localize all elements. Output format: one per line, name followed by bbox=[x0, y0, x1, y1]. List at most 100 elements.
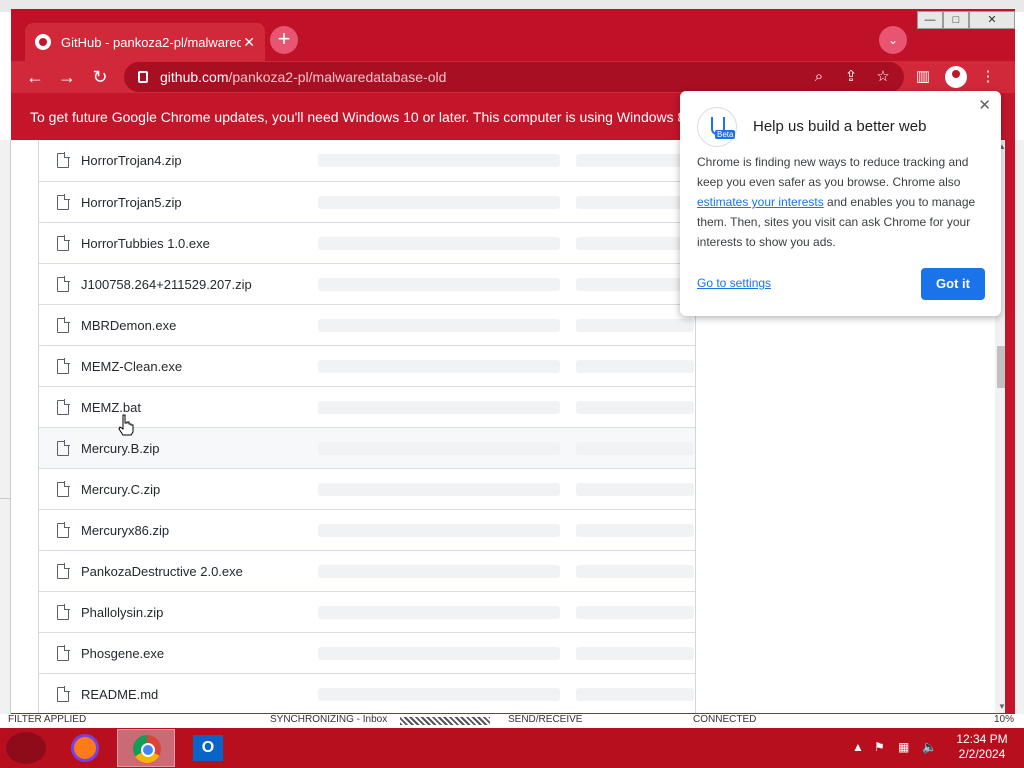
commit-message-placeholder bbox=[318, 401, 560, 414]
side-panel-icon[interactable]: ▥ bbox=[912, 66, 934, 88]
title-bar: GitHub - pankoza2-pl/malwaredatabase-old… bbox=[11, 9, 1015, 61]
tray-action-center-icon[interactable]: ⚑ bbox=[874, 740, 885, 754]
tray-network-icon[interactable]: ▦ bbox=[898, 740, 909, 754]
file-icon bbox=[57, 645, 70, 661]
file-icon bbox=[57, 152, 70, 168]
file-row[interactable]: Mercuryx86.zip bbox=[39, 509, 695, 550]
file-row[interactable]: Mercury.B.zip bbox=[39, 427, 695, 468]
estimates-interests-link[interactable]: estimates your interests bbox=[697, 195, 824, 209]
zoom-search-icon[interactable]: ⌕ bbox=[808, 66, 830, 88]
file-name-link[interactable]: J100758.264+211529.207.zip bbox=[81, 277, 252, 292]
clock-time: 12:34 PM bbox=[956, 732, 1008, 746]
file-row[interactable]: MEMZ.bat bbox=[39, 386, 695, 427]
commit-date-placeholder bbox=[576, 565, 694, 578]
maximize-button[interactable]: □ bbox=[943, 11, 969, 29]
file-name-link[interactable]: MBRDemon.exe bbox=[81, 318, 176, 333]
forward-button[interactable]: → bbox=[55, 65, 79, 89]
file-name-link[interactable]: Mercuryx86.zip bbox=[81, 523, 169, 538]
file-row[interactable]: MEMZ-Clean.exe bbox=[39, 345, 695, 386]
scroll-down-icon[interactable]: ▼ bbox=[998, 702, 1005, 711]
commit-date-placeholder bbox=[576, 524, 694, 537]
go-to-settings-link[interactable]: Go to settings bbox=[697, 276, 771, 290]
taskbar: O ▲ ⚑ ▦ 🔈 12:34 PM 2/2/2024 bbox=[0, 728, 1024, 768]
background-app-right-pane bbox=[1015, 140, 1024, 714]
popup-title: Help us build a better web bbox=[753, 118, 927, 135]
file-name-link[interactable]: README.md bbox=[81, 687, 158, 702]
privacy-sandbox-popup: Beta Help us build a better web ✕ Chrome… bbox=[680, 91, 1001, 316]
taskbar-clock[interactable]: 12:34 PM 2/2/2024 bbox=[952, 732, 1012, 762]
tray-expand-icon[interactable]: ▲ bbox=[852, 740, 864, 754]
taskbar-firefox[interactable] bbox=[56, 729, 114, 767]
commit-message-placeholder bbox=[318, 154, 560, 167]
taskbar-chrome[interactable] bbox=[117, 729, 175, 767]
file-name-link[interactable]: MEMZ-Clean.exe bbox=[81, 359, 182, 374]
file-name-link[interactable]: Phallolysin.zip bbox=[81, 605, 163, 620]
reload-button[interactable]: ↻ bbox=[88, 65, 112, 89]
file-name-link[interactable]: Mercury.C.zip bbox=[81, 482, 160, 497]
new-tab-button[interactable]: + bbox=[270, 26, 298, 54]
bookmark-star-icon[interactable]: ☆ bbox=[872, 66, 894, 88]
file-icon bbox=[57, 317, 70, 333]
commit-date-placeholder bbox=[576, 237, 694, 250]
start-button[interactable] bbox=[6, 732, 46, 764]
background-app-left-pane bbox=[0, 140, 11, 714]
file-row[interactable]: HorrorTubbies 1.0.exe bbox=[39, 222, 695, 263]
file-name-link[interactable]: HorrorTubbies 1.0.exe bbox=[81, 236, 210, 251]
commit-date-placeholder bbox=[576, 278, 694, 291]
file-row[interactable]: README.md bbox=[39, 673, 695, 713]
file-icon bbox=[57, 563, 70, 579]
outlook-status-strip: FILTER APPLIED SYNCHRONIZING - Inbox SEN… bbox=[0, 714, 1024, 728]
file-name-link[interactable]: MEMZ.bat bbox=[81, 400, 141, 415]
hand-cursor-icon bbox=[118, 414, 134, 436]
commit-date-placeholder bbox=[576, 360, 694, 373]
file-name-link[interactable]: HorrorTrojan5.zip bbox=[81, 195, 182, 210]
commit-date-placeholder bbox=[576, 401, 694, 414]
outlook-icon: O bbox=[193, 735, 223, 761]
commit-date-placeholder bbox=[576, 688, 694, 701]
file-name-link[interactable]: PankozaDestructive 2.0.exe bbox=[81, 564, 243, 579]
file-row[interactable]: HorrorTrojan5.zip bbox=[39, 181, 695, 222]
file-row[interactable]: Phallolysin.zip bbox=[39, 591, 695, 632]
scrollbar-thumb[interactable] bbox=[997, 346, 1005, 388]
minimize-button[interactable]: — bbox=[917, 11, 943, 29]
clock-date: 2/2/2024 bbox=[958, 747, 1006, 761]
file-row[interactable]: PankozaDestructive 2.0.exe bbox=[39, 550, 695, 591]
commit-message-placeholder bbox=[318, 647, 560, 660]
menu-icon[interactable]: ⋮ bbox=[977, 66, 999, 88]
profile-avatar[interactable] bbox=[945, 66, 967, 88]
file-name-link[interactable]: Phosgene.exe bbox=[81, 646, 164, 661]
tab-search-button[interactable]: ⌄ bbox=[879, 26, 907, 54]
file-icon bbox=[57, 399, 70, 415]
commit-message-placeholder bbox=[318, 442, 560, 455]
file-icon bbox=[57, 276, 70, 292]
taskbar-outlook[interactable]: O bbox=[179, 729, 237, 767]
file-icon bbox=[57, 686, 70, 702]
commit-date-placeholder bbox=[576, 483, 694, 496]
tab-close-icon[interactable]: ✕ bbox=[243, 34, 255, 51]
chrome-icon bbox=[133, 735, 161, 763]
file-icon bbox=[57, 604, 70, 620]
popup-close-icon[interactable]: ✕ bbox=[978, 96, 991, 114]
address-bar[interactable]: github.com/pankoza2-pl/malwaredatabase-o… bbox=[124, 62, 904, 92]
commit-date-placeholder bbox=[576, 319, 694, 332]
file-name-link[interactable]: Mercury.B.zip bbox=[81, 441, 160, 456]
tray-volume-icon[interactable]: 🔈 bbox=[922, 740, 937, 754]
sync-progress bbox=[400, 717, 490, 725]
lock-icon[interactable] bbox=[138, 71, 148, 83]
close-window-button[interactable]: ✕ bbox=[969, 11, 1015, 29]
got-it-button[interactable]: Got it bbox=[921, 268, 985, 300]
toolbar: ← → ↻ github.com/pankoza2-pl/malwaredata… bbox=[11, 61, 1015, 93]
share-icon[interactable]: ⇪ bbox=[840, 66, 862, 88]
connected-status: CONNECTED bbox=[693, 714, 757, 725]
file-icon bbox=[57, 358, 70, 374]
commit-message-placeholder bbox=[318, 196, 560, 209]
file-row[interactable]: Phosgene.exe bbox=[39, 632, 695, 673]
commit-message-placeholder bbox=[318, 524, 560, 537]
tab-github[interactable]: GitHub - pankoza2-pl/malwaredatabase-old… bbox=[25, 23, 265, 61]
file-row[interactable]: HorrorTrojan4.zip bbox=[39, 140, 695, 181]
file-row[interactable]: Mercury.C.zip bbox=[39, 468, 695, 509]
back-button[interactable]: ← bbox=[23, 65, 47, 89]
file-row[interactable]: MBRDemon.exe bbox=[39, 304, 695, 345]
file-name-link[interactable]: HorrorTrojan4.zip bbox=[81, 153, 182, 168]
file-row[interactable]: J100758.264+211529.207.zip bbox=[39, 263, 695, 304]
